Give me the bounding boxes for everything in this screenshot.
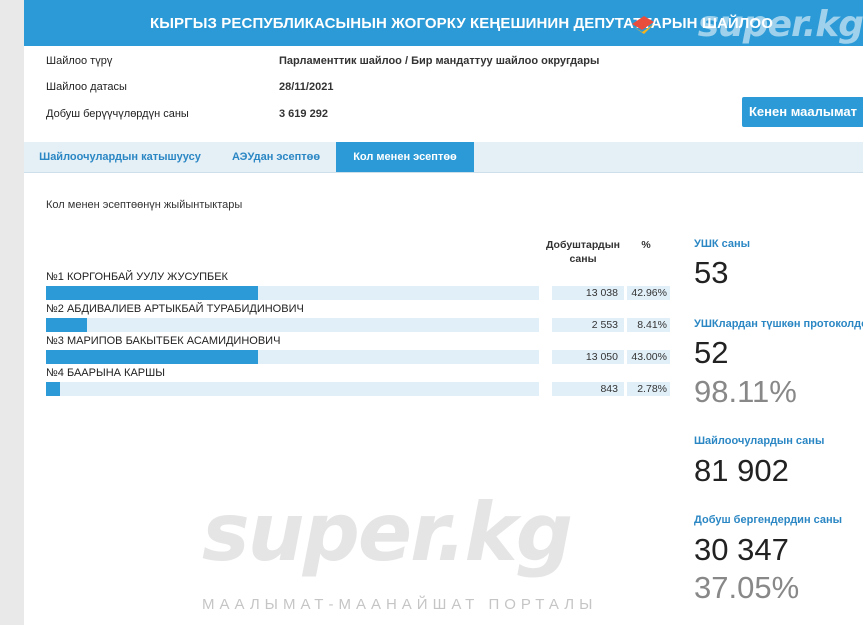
vote-count: 2 553 (552, 318, 624, 332)
header-logo: super.kg (697, 4, 863, 45)
candidate-name: №4 БААРЫНА КАРШЫ (46, 367, 165, 379)
vote-bar-fill (46, 350, 258, 364)
protocols-value: 52 (694, 335, 729, 370)
results-title: Кол менен эсептөөнүн жыйынтыктары (46, 199, 243, 211)
voted-percent: 37.05% (694, 570, 800, 605)
page-title: КЫРГЫЗ РЕСПУБЛИКАСЫНЫН ЖОГОРКУ КЕҢЕШИНИН… (150, 14, 773, 32)
voted-count-value: 30 347 (694, 532, 789, 567)
candidate-name: №3 МАРИПОВ БАКЫТБЕК АСАМИДИНОВИЧ (46, 335, 281, 347)
vote-count: 843 (552, 382, 624, 396)
percent-column-header: % (641, 239, 651, 251)
info-value: 28/11/2021 (279, 81, 334, 93)
page-header: КЫРГЫЗ РЕСПУБЛИКАСЫНЫН ЖОГОРКУ КЕҢЕШИНИН… (24, 0, 863, 46)
page: КЫРГЫЗ РЕСПУБЛИКАСЫНЫН ЖОГОРКУ КЕҢЕШИНИН… (24, 0, 863, 625)
vote-percent: 43.00% (627, 350, 670, 364)
info-value: 3 619 292 (279, 108, 328, 120)
votes-column-header: Добуштардын саны (545, 239, 621, 265)
candidate-name: №2 АБДИВАЛИЕВ АРТЫКБАЙ ТУРАБИДИНОВИЧ (46, 303, 304, 315)
vote-bar (46, 318, 539, 332)
voters-count-value: 81 902 (694, 453, 789, 488)
vote-percent: 8.41% (627, 318, 670, 332)
vote-percent: 42.96% (627, 286, 670, 300)
protocols-label: УШКлардан түшкөн протоколдор (694, 318, 863, 330)
more-info-button[interactable]: Кенен маалымат (742, 97, 863, 127)
watermark-subtitle: МААЛЫМАТ-МААНАЙШАТ ПОРТАЛЫ (202, 596, 598, 613)
tab-electronic-count[interactable]: АЭУдан эсептөө (216, 142, 336, 172)
info-label: Добуш берүүчүлөрдүн саны (46, 108, 189, 120)
election-info: Шайлоо түрү Парламенттик шайлоо / Бир ма… (24, 46, 863, 142)
vote-bar (46, 382, 539, 396)
info-label: Шайлоо датасы (46, 81, 127, 93)
voted-count-label: Добуш бергендердин саны (694, 514, 843, 526)
ushk-count-label: УШК саны (694, 238, 751, 250)
vote-bar-fill (46, 318, 88, 332)
watermark-logo: super.kg (202, 486, 573, 579)
info-label: Шайлоо түрү (46, 55, 113, 67)
candidate-name: №1 КОРГОНБАЙ УУЛУ ЖУСУПБЕК (46, 271, 228, 283)
vote-bar-fill (46, 286, 258, 300)
vote-bar (46, 286, 539, 300)
vote-bar (46, 350, 539, 364)
ushk-count-value: 53 (694, 255, 729, 290)
vote-percent: 2.78% (627, 382, 670, 396)
tab-bar: Шайлоочулардын катышуусу АЭУдан эсептөө … (24, 142, 863, 173)
tab-turnout[interactable]: Шайлоочулардын катышуусу (24, 142, 216, 172)
info-value: Парламенттик шайлоо / Бир мандаттуу шайл… (279, 55, 600, 67)
protocols-percent: 98.11% (694, 374, 797, 409)
voters-count-label: Шайлоочулардын саны (694, 435, 825, 447)
super-kg-logo-mark-icon (632, 16, 654, 34)
vote-bar-fill (46, 382, 60, 396)
vote-count: 13 050 (552, 350, 624, 364)
tab-manual-count[interactable]: Кол менен эсептөө (336, 142, 474, 172)
vote-count: 13 038 (552, 286, 624, 300)
